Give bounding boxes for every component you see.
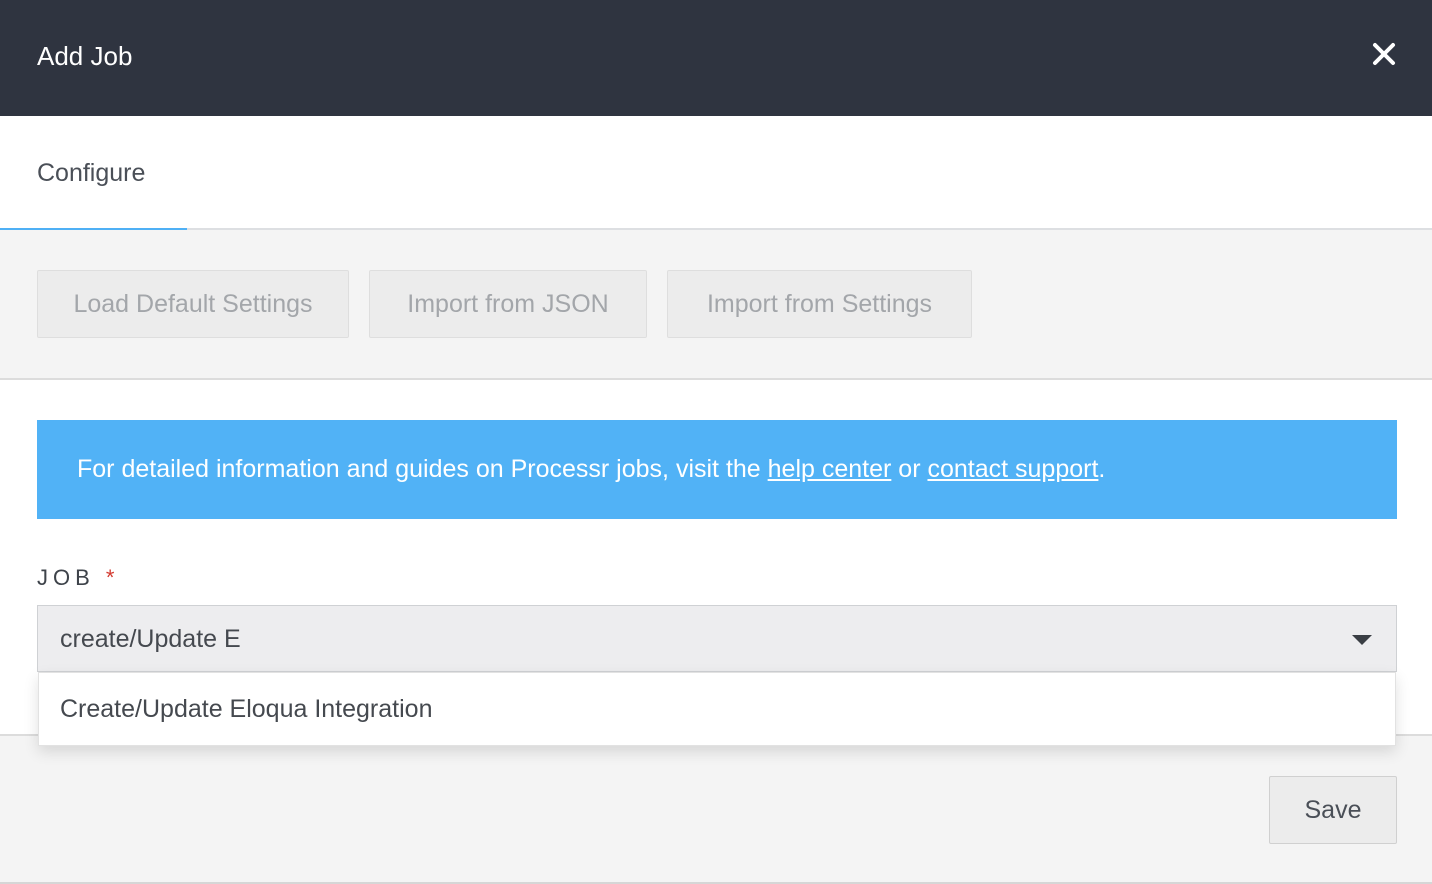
required-asterisk: * [105,565,115,590]
job-select-input[interactable]: create/Update E [60,606,241,672]
job-field-label: JOB * [37,564,114,592]
modal-title: Add Job [37,41,133,71]
close-icon[interactable] [1368,38,1400,70]
help-center-link[interactable]: help center [768,455,892,483]
save-button[interactable]: Save [1269,776,1397,844]
info-text-after: . [1098,455,1106,483]
caret-down-icon[interactable] [1352,635,1372,645]
tab-bar: Configure [0,116,1432,232]
load-default-settings-button[interactable]: Load Default Settings [37,270,349,338]
import-from-json-button[interactable]: Import from JSON [369,270,647,338]
tab-configure-label: Configure [37,159,146,187]
settings-toolbar: Load Default Settings Import from JSON I… [0,230,1432,380]
job-label-text: JOB [37,565,95,590]
tab-configure[interactable]: Configure [0,116,187,232]
import-from-settings-button[interactable]: Import from Settings [667,270,972,338]
job-dropdown-menu: Create/Update Eloqua Integration [38,672,1396,746]
job-select[interactable]: create/Update E [37,605,1397,672]
info-banner: For detailed information and guides on P… [37,420,1397,519]
info-text-before: For detailed information and guides on P… [77,455,768,483]
modal-footer: Save [0,734,1432,884]
dropdown-option[interactable]: Create/Update Eloqua Integration [39,673,1395,747]
modal-header: Add Job [0,0,1432,116]
add-job-modal: Add Job Configure Load Default Settings … [0,0,1432,884]
contact-support-link[interactable]: contact support [927,455,1098,483]
info-text-middle: or [891,455,928,483]
